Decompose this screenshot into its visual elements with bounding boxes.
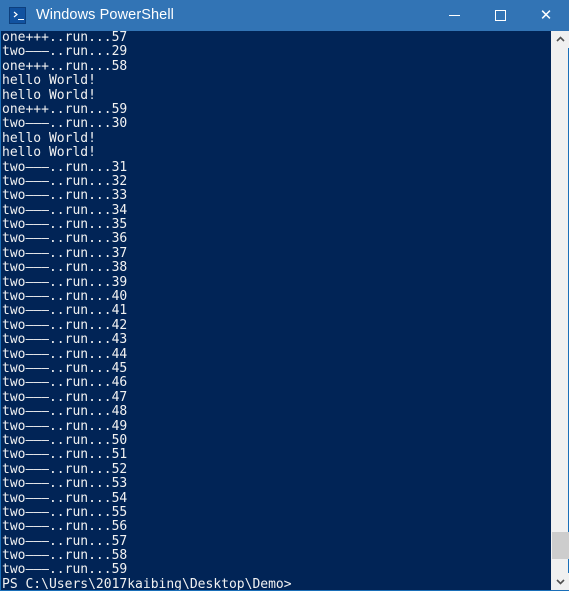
- console-line: two———..run...41: [2, 303, 128, 319]
- maximize-button[interactable]: [477, 0, 523, 31]
- console-line: two———..run...43: [2, 332, 128, 348]
- console-line: two———..run...44: [2, 346, 128, 362]
- minimize-button[interactable]: [431, 0, 477, 31]
- chevron-right-icon: [13, 11, 20, 18]
- console-line: hello World!: [2, 87, 96, 103]
- console-line: PS C:\Users\2017kaibing\Desktop\Demo>: [2, 576, 292, 590]
- scrollbar-track[interactable]: [552, 48, 569, 573]
- console-line: two———..run...30: [2, 116, 128, 132]
- console-line: two———..run...39: [2, 274, 128, 290]
- console-line: one+++..run...58: [2, 58, 128, 74]
- console-line: two———..run...53: [2, 476, 128, 492]
- console-line: two———..run...34: [2, 202, 128, 218]
- console-line: hello World!: [2, 130, 96, 146]
- console-line: two———..run...40: [2, 289, 128, 305]
- console-line: two———..run...57: [2, 533, 128, 549]
- window-titlebar[interactable]: Windows PowerShell ✕: [0, 0, 569, 31]
- console-line-list: one+++..run...57 two———..run...29 one+++..…: [2, 31, 551, 590]
- scrollbar-thumb[interactable]: [552, 532, 569, 559]
- console-line: two———..run...48: [2, 404, 128, 420]
- console-line: two———..run...45: [2, 360, 128, 376]
- close-icon: ✕: [539, 6, 553, 24]
- console-line: two———..run...55: [2, 504, 128, 520]
- console-line: two———..run...32: [2, 173, 128, 189]
- scroll-up-button[interactable]: [552, 31, 569, 48]
- console-line: two———..run...29: [2, 44, 128, 60]
- console-line: two———..run...49: [2, 418, 128, 434]
- console-line: two———..run...37: [2, 245, 128, 261]
- console-line: two———..run...52: [2, 461, 128, 477]
- console-line: two———..run...56: [2, 519, 128, 535]
- console-line: two———..run...47: [2, 389, 128, 405]
- console-line: two———..run...58: [2, 548, 128, 564]
- chevron-up-icon: [556, 36, 565, 43]
- powershell-prompt-icon: [9, 7, 26, 24]
- window-title: Windows PowerShell: [36, 7, 174, 23]
- close-button[interactable]: ✕: [523, 0, 569, 31]
- console-line: one+++..run...59: [2, 101, 128, 117]
- vertical-scrollbar[interactable]: [551, 31, 569, 590]
- minimize-icon: [448, 15, 460, 16]
- console-line: two———..run...54: [2, 490, 128, 506]
- console-line: two———..run...35: [2, 217, 128, 233]
- console-line: two———..run...59: [2, 562, 128, 578]
- maximize-icon: [494, 10, 506, 21]
- console-line: two———..run...33: [2, 188, 128, 204]
- scroll-down-button[interactable]: [552, 573, 569, 590]
- powershell-window: Windows PowerShell ✕ one+++..run...57 two…: [0, 0, 569, 591]
- console-line: two———..run...46: [2, 375, 128, 391]
- console-line: hello World!: [2, 73, 96, 89]
- titlebar-left-group: Windows PowerShell: [0, 0, 431, 31]
- console-line: two———..run...36: [2, 231, 128, 247]
- console-output-area[interactable]: one+++..run...57 two———..run...29 one+++..…: [1, 31, 551, 590]
- console-line: two———..run...31: [2, 159, 128, 175]
- chevron-down-icon: [556, 578, 565, 585]
- window-body: one+++..run...57 two———..run...29 one+++..…: [0, 31, 569, 591]
- console-line: hello World!: [2, 145, 96, 161]
- console-line: two———..run...38: [2, 260, 128, 276]
- underscore-icon: [18, 18, 24, 20]
- window-controls: ✕: [431, 0, 569, 31]
- console-line: two———..run...50: [2, 432, 128, 448]
- console-line: one+++..run...57: [2, 31, 128, 45]
- console-line: two———..run...51: [2, 447, 128, 463]
- console-line: two———..run...42: [2, 317, 128, 333]
